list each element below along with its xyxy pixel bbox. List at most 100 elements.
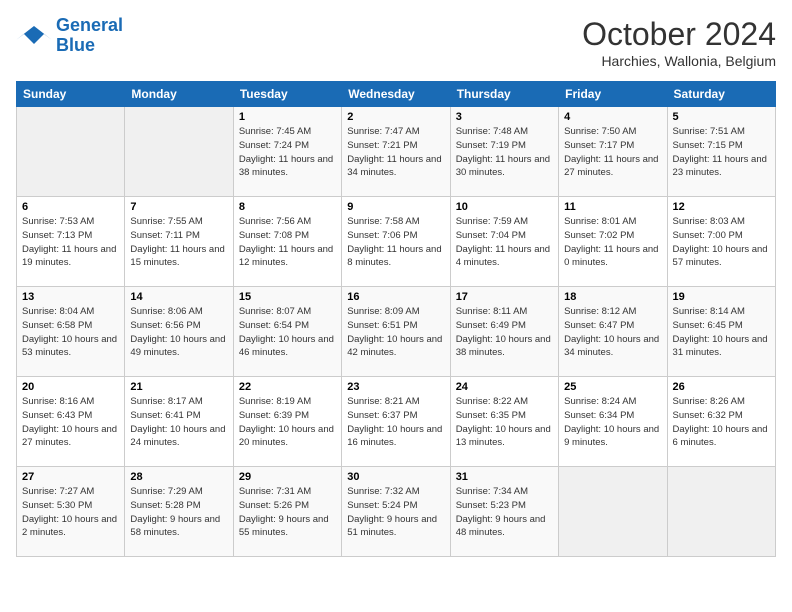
day-number: 13 xyxy=(22,291,119,303)
day-number: 5 xyxy=(673,111,770,123)
day-detail: Sunrise: 7:53 AM Sunset: 7:13 PM Dayligh… xyxy=(22,215,119,270)
month-title: October 2024 xyxy=(582,16,776,53)
day-number: 2 xyxy=(347,111,444,123)
day-cell: 9Sunrise: 7:58 AM Sunset: 7:06 PM Daylig… xyxy=(342,197,450,287)
day-number: 21 xyxy=(130,381,227,393)
day-detail: Sunrise: 7:59 AM Sunset: 7:04 PM Dayligh… xyxy=(456,215,553,270)
day-number: 11 xyxy=(564,201,661,213)
title-block: October 2024 Harchies, Wallonia, Belgium xyxy=(582,16,776,69)
day-cell: 22 Sunrise: 8:19 AM Sunset: 6:39 PM Dayli… xyxy=(233,377,341,467)
day-number: 10 xyxy=(456,201,553,213)
day-number: 18 xyxy=(564,291,661,303)
calendar-table: SundayMondayTuesdayWednesdayThursdayFrid… xyxy=(16,81,776,557)
day-cell xyxy=(559,467,667,557)
day-number: 8 xyxy=(239,201,336,213)
day-number: 28 xyxy=(130,471,227,483)
day-cell xyxy=(125,107,233,197)
day-detail: Sunrise: 8:04 AM Sunset: 6:58 PM Dayligh… xyxy=(22,305,119,360)
day-cell: 5 Sunrise: 7:51 AM Sunset: 7:15 PM Daylig… xyxy=(667,107,775,197)
day-detail: Sunrise: 8:22 AM Sunset: 6:35 PM Dayligh… xyxy=(456,395,553,450)
day-number: 9 xyxy=(347,201,444,213)
day-detail: Sunrise: 7:50 AM Sunset: 7:17 PM Dayligh… xyxy=(564,125,661,180)
day-cell: 29 Sunrise: 7:31 AM Sunset: 5:26 PM Dayli… xyxy=(233,467,341,557)
day-number: 14 xyxy=(130,291,227,303)
day-number: 16 xyxy=(347,291,444,303)
day-cell: 23 Sunrise: 8:21 AM Sunset: 6:37 PM Dayli… xyxy=(342,377,450,467)
day-cell xyxy=(17,107,125,197)
day-detail: Sunrise: 8:12 AM Sunset: 6:47 PM Dayligh… xyxy=(564,305,661,360)
calendar-header-row: SundayMondayTuesdayWednesdayThursdayFrid… xyxy=(17,82,776,107)
day-detail: Sunrise: 7:56 AM Sunset: 7:08 PM Dayligh… xyxy=(239,215,336,270)
day-detail: Sunrise: 7:32 AM Sunset: 5:24 PM Dayligh… xyxy=(347,485,444,540)
day-cell: 20 Sunrise: 8:16 AM Sunset: 6:43 PM Dayli… xyxy=(17,377,125,467)
day-cell: 10 Sunrise: 7:59 AM Sunset: 7:04 PM Dayli… xyxy=(450,197,558,287)
day-number: 6 xyxy=(22,201,119,213)
day-detail: Sunrise: 7:34 AM Sunset: 5:23 PM Dayligh… xyxy=(456,485,553,540)
day-detail: Sunrise: 7:29 AM Sunset: 5:28 PM Dayligh… xyxy=(130,485,227,540)
day-detail: Sunrise: 8:03 AM Sunset: 7:00 PM Dayligh… xyxy=(673,215,770,270)
day-number: 4 xyxy=(564,111,661,123)
week-row-1: 1 Sunrise: 7:45 AM Sunset: 7:24 PM Daylig… xyxy=(17,107,776,197)
day-number: 31 xyxy=(456,471,553,483)
day-number: 23 xyxy=(347,381,444,393)
day-cell: 28 Sunrise: 7:29 AM Sunset: 5:28 PM Dayli… xyxy=(125,467,233,557)
day-cell: 7 Sunrise: 7:55 AM Sunset: 7:11 PM Daylig… xyxy=(125,197,233,287)
day-cell: 16 Sunrise: 8:09 AM Sunset: 6:51 PM Dayli… xyxy=(342,287,450,377)
column-header-thursday: Thursday xyxy=(450,82,558,107)
day-detail: Sunrise: 8:01 AM Sunset: 7:02 PM Dayligh… xyxy=(564,215,661,270)
day-number: 20 xyxy=(22,381,119,393)
day-cell: 13 Sunrise: 8:04 AM Sunset: 6:58 PM Dayli… xyxy=(17,287,125,377)
day-detail: Sunrise: 8:09 AM Sunset: 6:51 PM Dayligh… xyxy=(347,305,444,360)
day-detail: Sunrise: 8:21 AM Sunset: 6:37 PM Dayligh… xyxy=(347,395,444,450)
day-cell: 1 Sunrise: 7:45 AM Sunset: 7:24 PM Daylig… xyxy=(233,107,341,197)
column-header-sunday: Sunday xyxy=(17,82,125,107)
day-detail: Sunrise: 8:19 AM Sunset: 6:39 PM Dayligh… xyxy=(239,395,336,450)
day-number: 1 xyxy=(239,111,336,123)
day-cell: 15Sunrise: 8:07 AM Sunset: 6:54 PM Dayli… xyxy=(233,287,341,377)
day-detail: Sunrise: 8:06 AM Sunset: 6:56 PM Dayligh… xyxy=(130,305,227,360)
week-row-5: 27Sunrise: 7:27 AM Sunset: 5:30 PM Dayli… xyxy=(17,467,776,557)
day-detail: Sunrise: 8:16 AM Sunset: 6:43 PM Dayligh… xyxy=(22,395,119,450)
day-detail: Sunrise: 7:45 AM Sunset: 7:24 PM Dayligh… xyxy=(239,125,336,180)
day-number: 24 xyxy=(456,381,553,393)
day-detail: Sunrise: 8:17 AM Sunset: 6:41 PM Dayligh… xyxy=(130,395,227,450)
day-detail: Sunrise: 7:48 AM Sunset: 7:19 PM Dayligh… xyxy=(456,125,553,180)
column-header-friday: Friday xyxy=(559,82,667,107)
day-number: 25 xyxy=(564,381,661,393)
day-number: 30 xyxy=(347,471,444,483)
day-cell: 2Sunrise: 7:47 AM Sunset: 7:21 PM Daylig… xyxy=(342,107,450,197)
day-detail: Sunrise: 8:14 AM Sunset: 6:45 PM Dayligh… xyxy=(673,305,770,360)
day-number: 15 xyxy=(239,291,336,303)
location-subtitle: Harchies, Wallonia, Belgium xyxy=(582,53,776,69)
column-header-wednesday: Wednesday xyxy=(342,82,450,107)
day-cell: 8 Sunrise: 7:56 AM Sunset: 7:08 PM Daylig… xyxy=(233,197,341,287)
column-header-tuesday: Tuesday xyxy=(233,82,341,107)
day-cell: 24 Sunrise: 8:22 AM Sunset: 6:35 PM Dayli… xyxy=(450,377,558,467)
day-cell: 30 Sunrise: 7:32 AM Sunset: 5:24 PM Dayli… xyxy=(342,467,450,557)
day-cell xyxy=(667,467,775,557)
logo-text: General Blue xyxy=(56,16,123,56)
day-cell: 6 Sunrise: 7:53 AM Sunset: 7:13 PM Daylig… xyxy=(17,197,125,287)
day-detail: Sunrise: 7:55 AM Sunset: 7:11 PM Dayligh… xyxy=(130,215,227,270)
day-number: 3 xyxy=(456,111,553,123)
day-detail: Sunrise: 7:27 AM Sunset: 5:30 PM Dayligh… xyxy=(22,485,119,540)
day-cell: 31 Sunrise: 7:34 AM Sunset: 5:23 PM Dayli… xyxy=(450,467,558,557)
day-cell: 11 Sunrise: 8:01 AM Sunset: 7:02 PM Dayli… xyxy=(559,197,667,287)
day-detail: Sunrise: 7:31 AM Sunset: 5:26 PM Dayligh… xyxy=(239,485,336,540)
day-number: 22 xyxy=(239,381,336,393)
page-header: General Blue October 2024 Harchies, Wall… xyxy=(16,16,776,69)
day-detail: Sunrise: 7:51 AM Sunset: 7:15 PM Dayligh… xyxy=(673,125,770,180)
day-detail: Sunrise: 8:26 AM Sunset: 6:32 PM Dayligh… xyxy=(673,395,770,450)
day-cell: 4 Sunrise: 7:50 AM Sunset: 7:17 PM Daylig… xyxy=(559,107,667,197)
day-number: 7 xyxy=(130,201,227,213)
day-cell: 18 Sunrise: 8:12 AM Sunset: 6:47 PM Dayli… xyxy=(559,287,667,377)
day-detail: Sunrise: 8:24 AM Sunset: 6:34 PM Dayligh… xyxy=(564,395,661,450)
logo: General Blue xyxy=(16,16,123,56)
day-cell: 14 Sunrise: 8:06 AM Sunset: 6:56 PM Dayli… xyxy=(125,287,233,377)
day-number: 29 xyxy=(239,471,336,483)
column-header-saturday: Saturday xyxy=(667,82,775,107)
day-detail: Sunrise: 8:11 AM Sunset: 6:49 PM Dayligh… xyxy=(456,305,553,360)
day-cell: 12Sunrise: 8:03 AM Sunset: 7:00 PM Dayli… xyxy=(667,197,775,287)
day-cell: 19Sunrise: 8:14 AM Sunset: 6:45 PM Dayli… xyxy=(667,287,775,377)
day-cell: 17Sunrise: 8:11 AM Sunset: 6:49 PM Dayli… xyxy=(450,287,558,377)
